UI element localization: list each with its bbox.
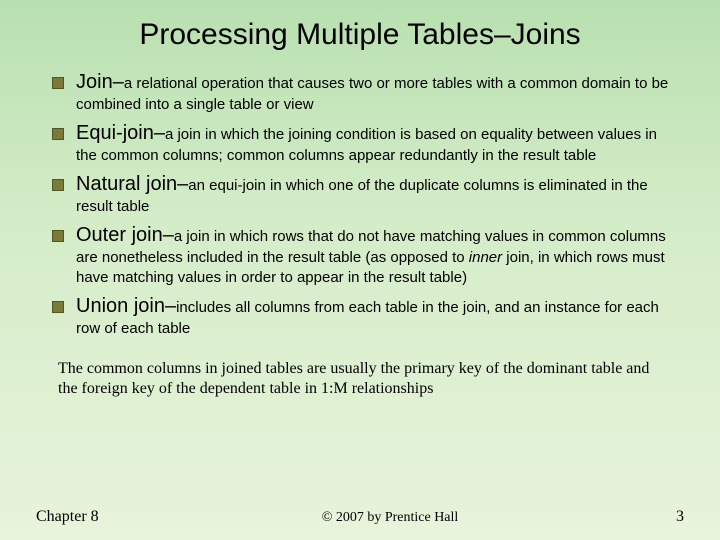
chapter-label: Chapter 8 <box>36 508 156 526</box>
bullet-list: Join–a relational operation that causes … <box>40 70 680 339</box>
list-item: Union join–includes all columns from eac… <box>50 294 680 339</box>
definition: a relational operation that causes two o… <box>76 75 668 113</box>
list-item: Natural join–an equi-join in which one o… <box>50 172 680 217</box>
copyright-text: © 2007 by Prentice Hall <box>156 510 624 526</box>
term: Join– <box>76 71 124 93</box>
list-item: Join–a relational operation that causes … <box>50 70 680 115</box>
term: Outer join– <box>76 224 174 246</box>
term: Union join– <box>76 295 176 317</box>
page-number: 3 <box>624 508 684 526</box>
term: Natural join– <box>76 173 188 195</box>
term: Equi-join– <box>76 122 165 144</box>
def-italic: inner <box>469 249 502 266</box>
footnote-text: The common columns in joined tables are … <box>58 359 670 399</box>
list-item: Equi-join–a join in which the joining co… <box>50 121 680 166</box>
page-title: Processing Multiple Tables–Joins <box>40 18 680 52</box>
footer: Chapter 8 © 2007 by Prentice Hall 3 <box>0 508 720 526</box>
slide: Processing Multiple Tables–Joins Join–a … <box>0 0 720 399</box>
list-item: Outer join–a join in which rows that do … <box>50 223 680 288</box>
